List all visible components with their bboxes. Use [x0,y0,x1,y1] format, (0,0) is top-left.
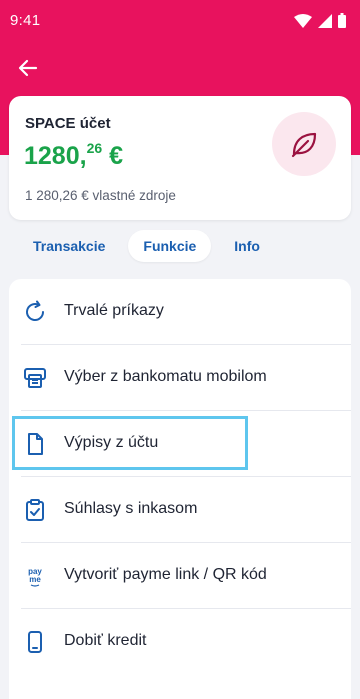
balance-currency: € [109,142,123,170]
menu-item-label: Súhlasy s inkasom [64,500,198,517]
arrow-left-icon [18,59,38,77]
account-balance: 1280,26 € [24,140,123,171]
balance-decimals: 26 [86,140,103,156]
menu-item-label: Výber z bankomatu mobilom [64,368,267,385]
menu-item-label: Vytvoriť payme link / QR kód [64,566,267,583]
tab-transakcie[interactable]: Transakcie [18,230,120,262]
account-name: SPACE účet [25,115,111,132]
menu-item-direct-debit-consents[interactable]: Súhlasy s inkasom [9,477,351,543]
clipboard-check-icon [23,498,47,522]
svg-text:me: me [29,575,41,584]
menu-item-label: Výpisy z účtu [64,434,159,451]
account-card: SPACE účet 1280,26 € 1 280,26 € vlastné … [9,96,351,220]
atm-icon [23,366,47,390]
tab-info[interactable]: Info [219,230,275,262]
status-time: 9:41 [10,12,41,29]
own-funds-text: 1 280,26 € vlastné zdroje [25,188,176,203]
functions-list: Trvalé príkazy Výber z bankomatu mobilom… [9,279,351,699]
tab-funkcie[interactable]: Funkcie [128,230,212,262]
leaf-icon [291,132,317,158]
tab-bar: Transakcie Funkcie Info [18,230,275,262]
status-bar: 9:41 [0,0,360,44]
account-avatar [272,112,336,176]
back-button[interactable] [14,54,42,82]
battery-icon [338,13,346,28]
refresh-icon [23,300,47,324]
menu-item-payme-link[interactable]: pay me Vytvoriť payme link / QR kód [9,543,351,609]
menu-item-atm-withdrawal[interactable]: Výber z bankomatu mobilom [9,345,351,411]
menu-item-label: Dobiť kredit [64,632,147,649]
menu-item-label: Trvalé príkazy [64,302,164,319]
menu-item-top-up-credit[interactable]: Dobiť kredit [9,609,351,675]
phone-icon [23,630,47,654]
document-icon [23,432,47,456]
signal-icon [318,13,332,28]
balance-main: 1280, [24,142,87,170]
status-icons [294,13,346,28]
menu-item-statements[interactable]: Výpisy z účtu [9,411,351,477]
wifi-icon [294,13,312,28]
payme-icon: pay me [23,564,47,588]
menu-item-standing-orders[interactable]: Trvalé príkazy [9,279,351,345]
